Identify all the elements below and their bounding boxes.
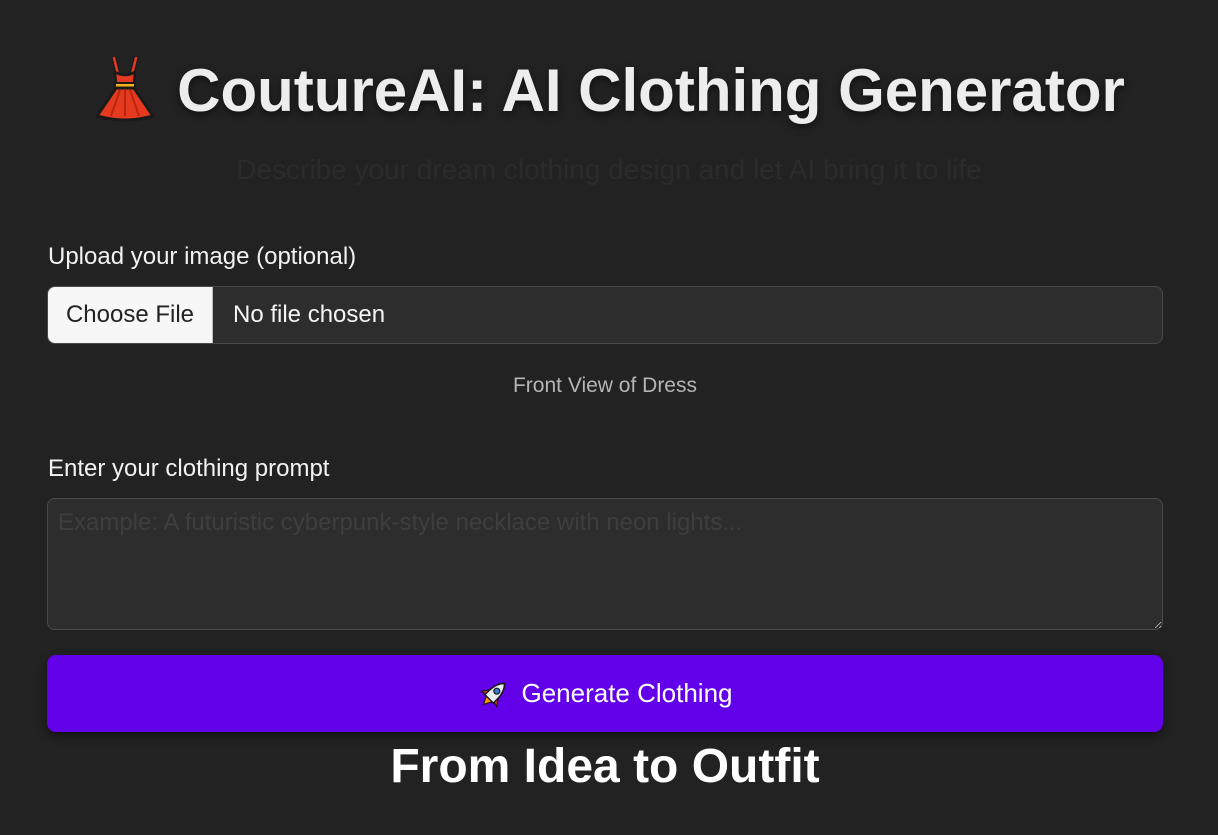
page-subtitle: Describe your dream clothing design and … bbox=[236, 154, 982, 185]
generate-button-label: Generate Clothing bbox=[521, 678, 733, 708]
upload-caption: Front View of Dress bbox=[512, 374, 697, 397]
tagline-heading: From Idea to Outfit bbox=[390, 740, 820, 793]
choose-file-button[interactable]: Choose File bbox=[48, 287, 213, 343]
file-status-text: No file chosen bbox=[233, 301, 386, 328]
generate-clothing-button[interactable]: Generate Clothing bbox=[47, 655, 1163, 732]
rocket-icon bbox=[477, 677, 511, 711]
page-header: CoutureAI: AI Clothing Generator bbox=[0, 52, 1218, 130]
page: CoutureAI: AI Clothing Generator Describ… bbox=[0, 0, 1218, 835]
clothing-prompt-textarea[interactable] bbox=[47, 498, 1163, 630]
file-upload-input[interactable]: Choose File No file chosen bbox=[47, 286, 1163, 344]
upload-label: Upload your image (optional) bbox=[48, 243, 357, 270]
page-title: CoutureAI: AI Clothing Generator bbox=[177, 57, 1125, 124]
prompt-label: Enter your clothing prompt bbox=[48, 455, 330, 482]
red-dress-icon bbox=[93, 54, 157, 124]
